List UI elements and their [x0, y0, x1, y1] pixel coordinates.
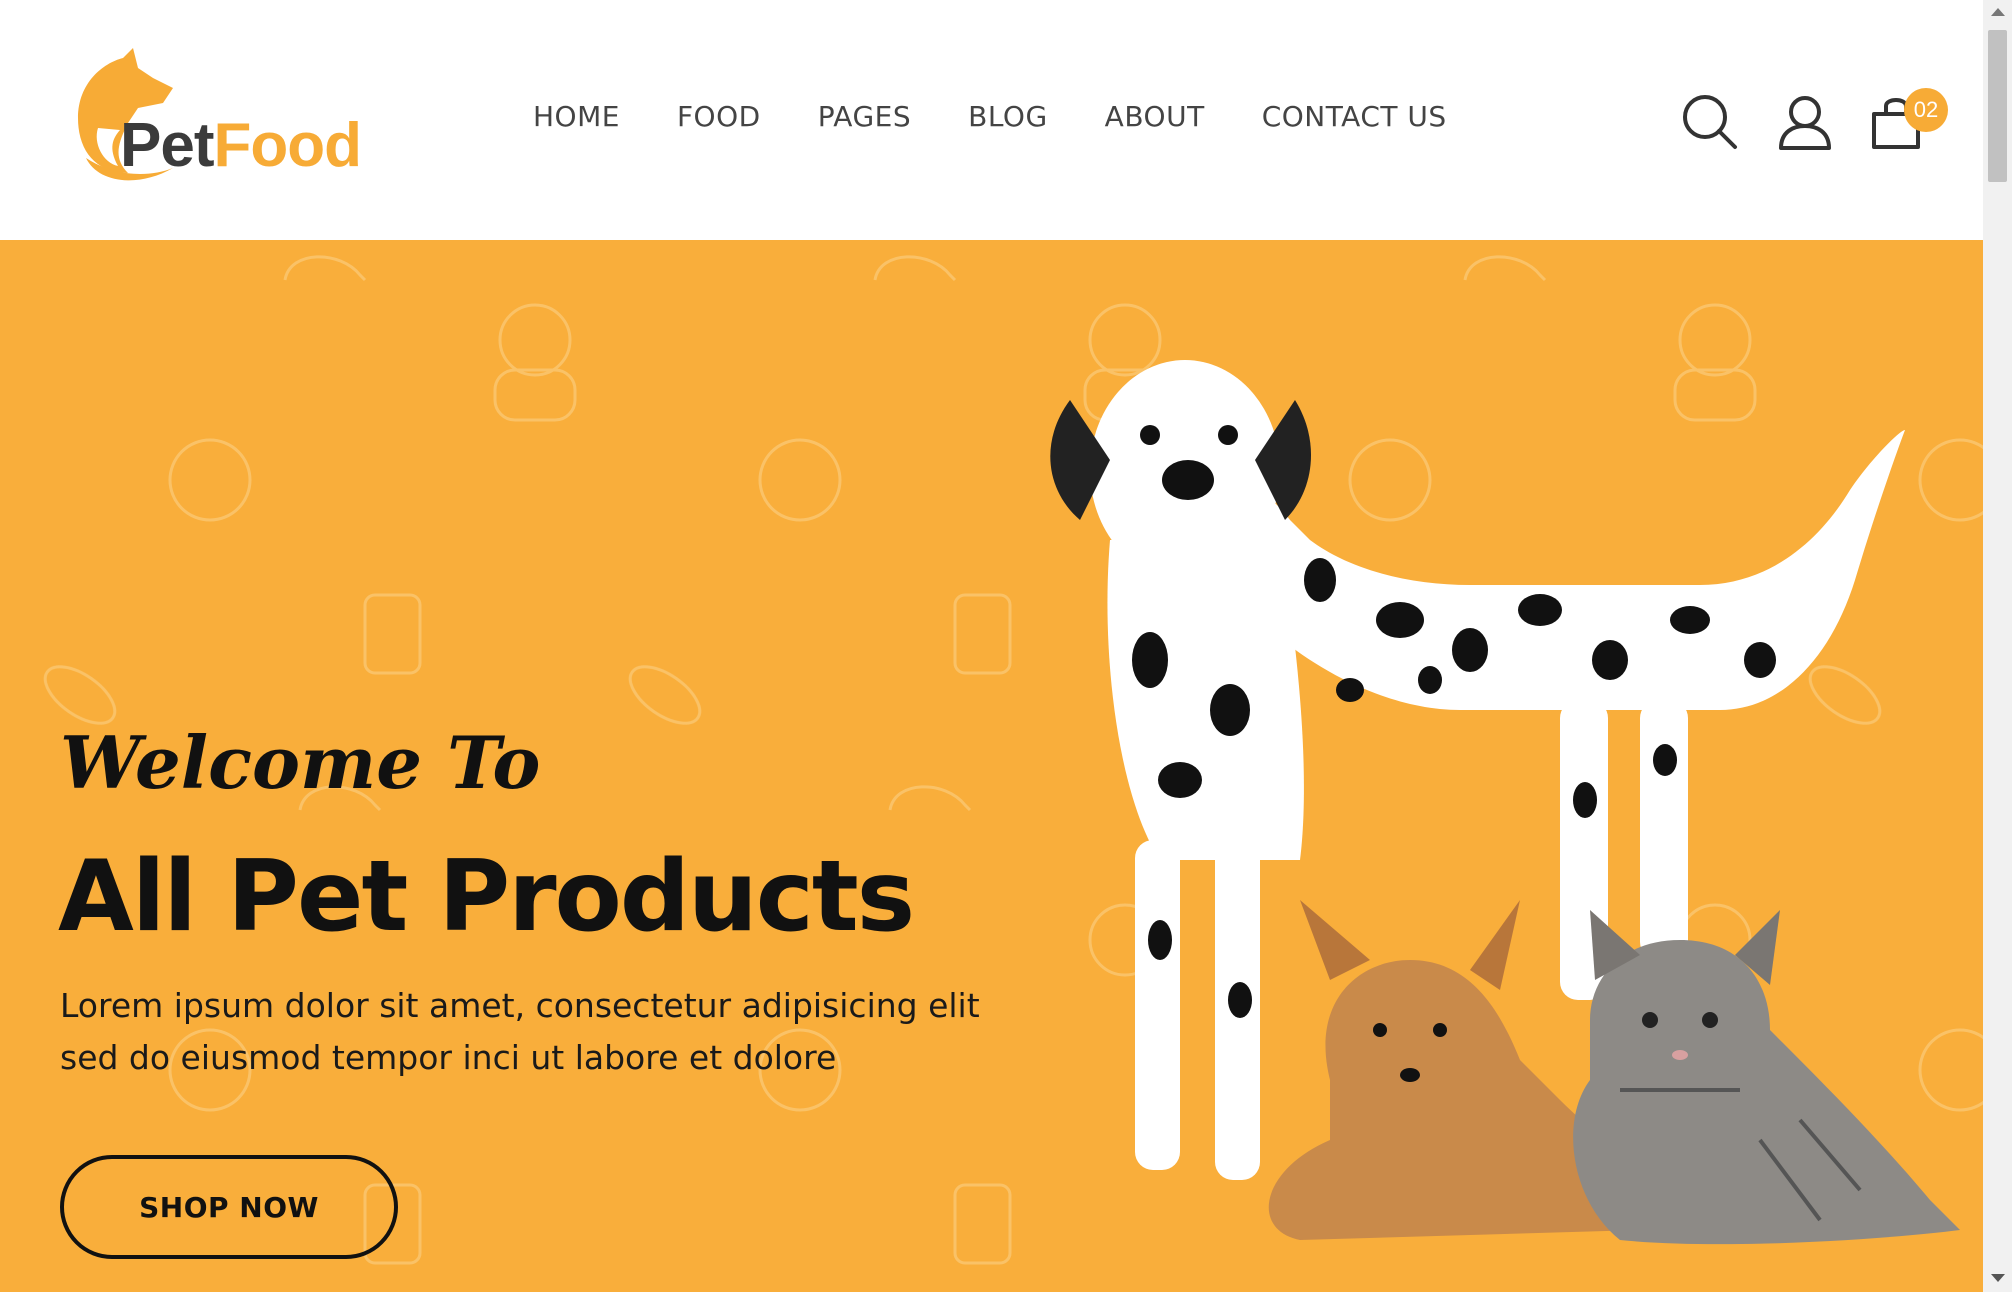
scroll-down-arrow-icon[interactable] — [1991, 1274, 2005, 1282]
brand-wordmark-food: Food — [213, 111, 361, 180]
hero-headline: All Pet Products — [58, 840, 915, 954]
nav-contact-us[interactable]: CONTACT US — [1262, 100, 1447, 133]
nav-blog[interactable]: BLOG — [968, 100, 1048, 133]
search-icon[interactable] — [1680, 92, 1740, 152]
hero-welcome-text: Welcome To — [60, 720, 541, 805]
hero-pets-image — [1050, 360, 1960, 1245]
nav-food[interactable]: FOOD — [677, 100, 761, 133]
tabby-kitten-illustration — [1573, 910, 1960, 1245]
shop-now-button[interactable]: SHOP NOW — [60, 1155, 398, 1259]
brand-wordmark: PetFood — [120, 110, 362, 181]
nav-home[interactable]: HOME — [533, 100, 620, 133]
scroll-up-arrow-icon[interactable] — [1991, 8, 2005, 16]
vertical-scrollbar[interactable] — [1983, 0, 2012, 1292]
site-header: PetFood HOME FOOD PAGES BLOG ABOUT CONTA… — [0, 0, 1983, 240]
brand-wordmark-pet: Pet — [120, 111, 214, 180]
nav-about[interactable]: ABOUT — [1105, 100, 1205, 133]
scrollbar-thumb[interactable] — [1988, 30, 2007, 182]
nav-pages[interactable]: PAGES — [818, 100, 911, 133]
main-nav: HOME FOOD PAGES BLOG ABOUT CONTACT US — [533, 100, 1504, 133]
browser-viewport: PetFood HOME FOOD PAGES BLOG ABOUT CONTA… — [0, 0, 1983, 1292]
user-icon[interactable] — [1775, 92, 1835, 152]
hero-description: Lorem ipsum dolor sit amet, consectetur … — [60, 986, 980, 1077]
brand-logo[interactable]: PetFood — [58, 48, 378, 188]
cart-count-badge: 02 — [1904, 88, 1948, 132]
